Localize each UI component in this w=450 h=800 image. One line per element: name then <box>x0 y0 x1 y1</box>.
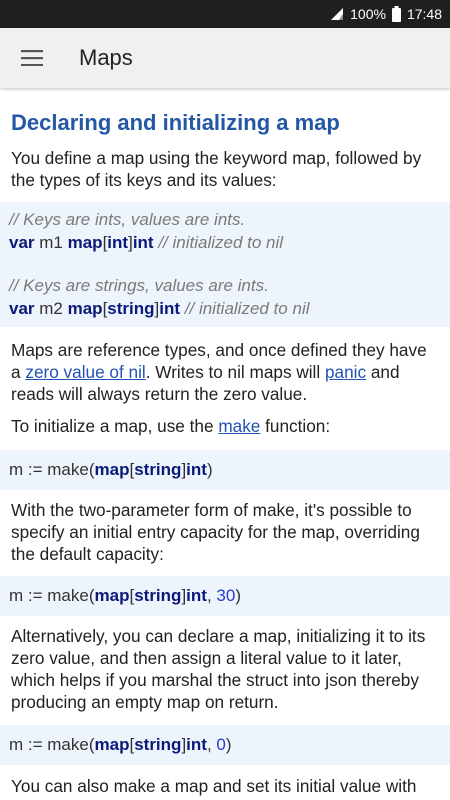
code-punct: ) <box>235 586 241 605</box>
code-punct: ) <box>206 460 213 479</box>
battery-icon <box>391 6 401 22</box>
text: and <box>366 362 400 382</box>
text: . Writes to nil maps will <box>145 362 325 382</box>
paragraph-line: reads will always return the zero value. <box>11 384 308 404</box>
intro-paragraph: You define a map using the keyword map, … <box>11 147 439 191</box>
text: function: <box>260 416 331 436</box>
code-type: int <box>186 735 207 754</box>
code-type: int <box>159 299 181 318</box>
code-type: map <box>67 299 103 318</box>
code-line: m := make(map[string]int, 0) <box>9 734 232 756</box>
paragraph-line: With the two-parameter form of make, it'… <box>11 500 412 520</box>
paragraph-line: specify an initial entry capacity for th… <box>11 522 420 542</box>
code-line: m := make(map[string]int) <box>9 459 213 481</box>
code-text: m := make( <box>9 460 95 479</box>
paragraph-line: which helps if you marshal the struct in… <box>11 670 419 690</box>
code-number: 30 <box>216 586 236 605</box>
code-identifier: m1 <box>34 233 68 252</box>
code-type: map <box>94 586 130 605</box>
code-keyword: var <box>9 299 35 318</box>
code-type: string <box>134 735 182 754</box>
code-type: map <box>67 233 103 252</box>
text: a <box>11 362 26 382</box>
code-identifier: m2 <box>34 299 68 318</box>
code-type: string <box>107 299 155 318</box>
code-punct: , <box>206 586 217 605</box>
code-type: map <box>94 735 130 754</box>
make-link[interactable]: make <box>218 416 260 436</box>
code-type: int <box>132 233 154 252</box>
code-comment: // initialized to nil <box>153 233 284 252</box>
code-line: var m1 map[int]int // initialized to nil <box>9 232 283 254</box>
signal-icon <box>330 7 344 21</box>
code-keyword: var <box>9 233 35 252</box>
code-type: map <box>94 460 130 479</box>
code-comment: // Keys are ints, values are ints. <box>9 210 246 229</box>
paragraph-line: the default capacity: <box>11 544 164 564</box>
code-block-make: m := make(map[string]int) <box>0 450 450 490</box>
clock: 17:48 <box>406 6 442 22</box>
code-comment: // Keys are strings, values are ints. <box>9 276 269 295</box>
make-initial-value-paragraph: You can also make a map and set its init… <box>11 775 439 797</box>
code-type: string <box>134 460 182 479</box>
paragraph-line: Alternatively, you can declare a map, in… <box>11 626 426 646</box>
code-line: m := make(map[string]int, 30) <box>9 585 241 607</box>
code-block-make-capacity: m := make(map[string]int, 30) <box>0 576 450 616</box>
status-bar: 100% 17:48 <box>0 0 450 28</box>
code-line: var m2 map[string]int // initialized to … <box>9 298 310 320</box>
reference-types-paragraph: Maps are reference types, and once defin… <box>11 339 439 405</box>
paragraph-line: zero value, and then assign a literal va… <box>11 648 402 668</box>
code-type: int <box>107 233 129 252</box>
capacity-paragraph: With the two-parameter form of make, it'… <box>11 499 439 565</box>
paragraph-line: Maps are reference types, and once defin… <box>11 340 427 360</box>
zero-value-link[interactable]: zero value of nil <box>25 362 145 382</box>
intro-line: the types of its keys and its values: <box>11 170 277 190</box>
page-title: Maps <box>79 45 133 70</box>
initialize-paragraph: To initialize a map, use the make functi… <box>11 415 439 437</box>
code-text: m := make( <box>9 735 95 754</box>
code-number: 0 <box>216 735 226 754</box>
code-comment: // initialized to nil <box>180 299 310 318</box>
panic-link[interactable]: panic <box>325 362 366 382</box>
code-text: m := make( <box>9 586 95 605</box>
code-block-declare: // Keys are ints, values are ints. var m… <box>0 202 450 327</box>
article-content[interactable]: Declaring and initializing a map You def… <box>0 90 450 800</box>
code-type: string <box>134 586 182 605</box>
text: To initialize a map, use the <box>11 416 219 436</box>
code-punct: , <box>206 735 217 754</box>
code-block-make-zero: m := make(map[string]int, 0) <box>0 725 450 765</box>
section-heading: Declaring and initializing a map <box>11 110 340 135</box>
hamburger-menu-icon[interactable] <box>10 36 54 80</box>
literal-value-paragraph: Alternatively, you can declare a map, in… <box>11 625 439 713</box>
paragraph-line: a zero value of nil. Writes to nil maps … <box>11 361 439 383</box>
app-bar: Maps <box>0 28 450 88</box>
code-type: int <box>186 586 207 605</box>
paragraph-line: producing an empty map on return. <box>11 692 279 712</box>
code-type: int <box>186 460 207 479</box>
paragraph-line: You can also make a map and set its init… <box>11 776 417 796</box>
status-indicators: 100% 17:48 <box>330 0 442 28</box>
code-punct: ) <box>225 735 232 754</box>
battery-percent: 100% <box>350 6 386 22</box>
intro-line: You define a map using the keyword map, … <box>11 148 422 168</box>
